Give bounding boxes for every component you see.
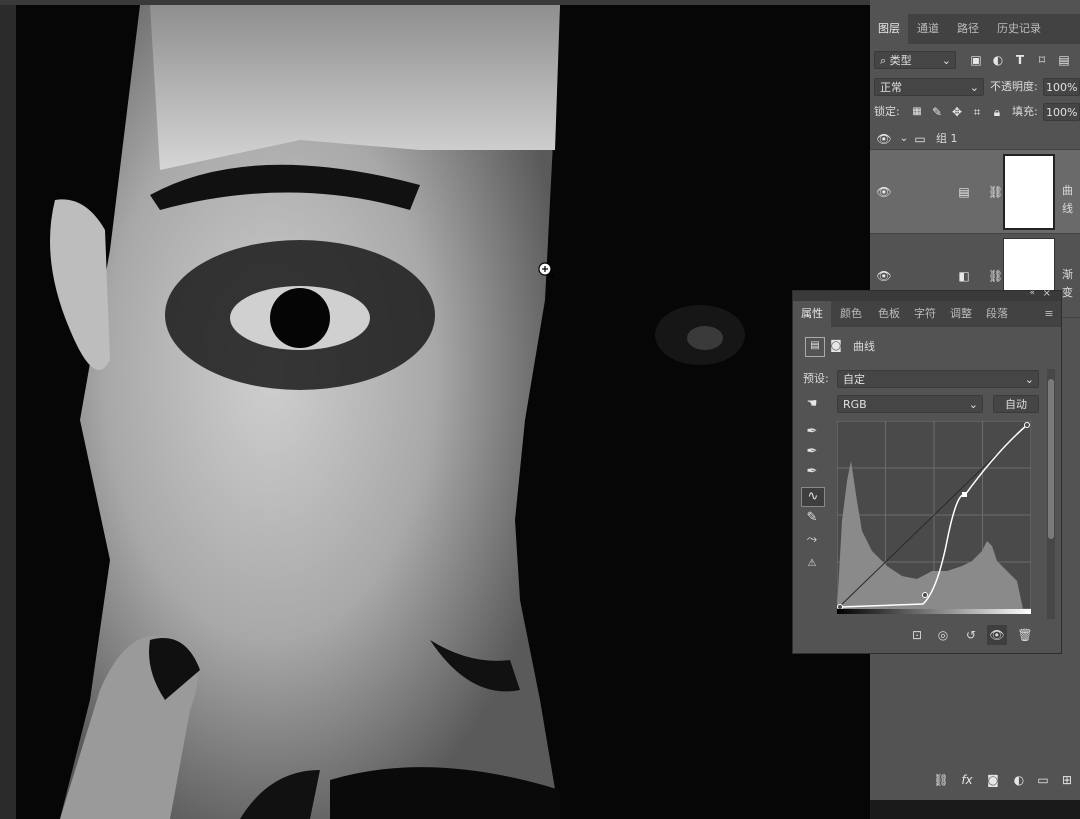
target-adjust-hand-icon[interactable]: ☚	[801, 395, 823, 411]
lock-label: 锁定:	[874, 105, 900, 118]
gray-eyedropper-icon[interactable]: ✒	[801, 443, 823, 461]
layers-tab-bar: 图层 通道 路径 历史记录	[870, 14, 1080, 44]
type-filter-icon[interactable]: T	[1012, 52, 1028, 68]
curve-point-tool-icon[interactable]: ∿	[801, 487, 825, 507]
tab-channels[interactable]: 通道	[908, 14, 948, 44]
reset-icon[interactable]: ↺	[961, 625, 981, 645]
portrait-photo	[0, 0, 870, 819]
layer-row-group[interactable]: 👁︎ ⌄ ▭ 组 1	[870, 128, 1080, 150]
smooth-icon[interactable]: ⤳	[801, 531, 823, 549]
eye-icon[interactable]: 👁︎	[876, 184, 892, 200]
lock-transparent-icon[interactable]: ▦	[910, 104, 924, 120]
fill-label: 填充:	[1012, 105, 1038, 118]
properties-scrollbar[interactable]	[1047, 369, 1055, 619]
lock-all-icon[interactable]: 🔒︎	[990, 104, 1004, 120]
output-gradient-bar	[837, 609, 1031, 614]
chevron-down-icon: ⌄	[941, 54, 951, 67]
view-previous-icon[interactable]: ◎	[933, 625, 953, 645]
new-adjustment-icon[interactable]: ◐	[1010, 772, 1028, 788]
pencil-icon[interactable]: ✎	[801, 509, 823, 527]
link-layers-icon[interactable]: ⛓︎	[932, 772, 950, 788]
layer-mask-thumbnail[interactable]	[1003, 154, 1055, 230]
clipping-warning-icon[interactable]: ⚠	[801, 555, 823, 573]
chevron-down-icon: ⌄	[969, 81, 979, 94]
channel-select[interactable]: RGB ⌄	[837, 395, 983, 413]
tab-history[interactable]: 历史记录	[988, 14, 1050, 44]
panel-title: 曲线	[853, 340, 875, 353]
layer-filter-select[interactable]: ⌕ 类型 ⌄	[874, 51, 956, 69]
fill-input[interactable]: 100%	[1043, 103, 1080, 121]
opacity-label: 不透明度:	[990, 80, 1038, 93]
lock-brush-icon[interactable]: ✎	[930, 104, 944, 120]
auto-button[interactable]: 自动	[993, 395, 1039, 413]
link-icon[interactable]: ⛓︎	[988, 184, 1003, 200]
eye-icon[interactable]: 👁︎	[876, 268, 892, 284]
shape-filter-icon[interactable]: ⌑	[1034, 52, 1050, 68]
new-layer-icon[interactable]: ⊞	[1058, 772, 1076, 788]
layer-name: 曲线	[1062, 184, 1073, 215]
visibility-eye-icon[interactable]: 👁︎	[987, 625, 1007, 645]
tab-character[interactable]: 字符	[907, 301, 943, 327]
trash-icon[interactable]: 🗑︎	[1015, 625, 1035, 645]
layer-name: 组 1	[936, 132, 958, 145]
tab-swatches[interactable]: 色板	[871, 301, 907, 327]
chevron-down-icon[interactable]: ⌄	[898, 131, 910, 147]
close-icon[interactable]: ×	[1043, 288, 1051, 299]
left-strip	[0, 5, 16, 819]
zoom-cursor-icon	[537, 261, 555, 279]
smart-object-filter-icon[interactable]: ▤	[1056, 52, 1072, 68]
tab-paths[interactable]: 路径	[948, 14, 988, 44]
tab-color[interactable]: 颜色	[833, 301, 869, 327]
tab-layers[interactable]: 图层	[870, 14, 908, 44]
gradient-map-icon: ◧	[958, 269, 970, 283]
pixel-filter-icon[interactable]: ▣	[968, 52, 984, 68]
blend-mode-select[interactable]: 正常 ⌄	[874, 78, 984, 96]
filter-kind-label: 类型	[889, 54, 912, 67]
black-eyedropper-icon[interactable]: ✒	[801, 423, 823, 441]
properties-tab-bar: 属性 颜色 色板 字符 调整 段落 ≡	[793, 301, 1061, 327]
search-icon: ⌕	[880, 54, 887, 67]
tab-properties[interactable]: 属性	[793, 301, 831, 327]
curves-adjustment-icon: ▤	[958, 185, 970, 199]
link-icon[interactable]: ⛓︎	[988, 268, 1003, 284]
panel-menu-icon[interactable]: ≡	[1039, 301, 1059, 327]
chevron-down-icon: ⌄	[968, 398, 978, 411]
layer-name: 渐变	[1062, 268, 1073, 299]
curves-adjustment-icon: ▤	[805, 337, 825, 357]
chevron-down-icon: ⌄	[1024, 373, 1034, 386]
preset-label: 预设:	[803, 372, 829, 385]
curves-graph[interactable]	[836, 420, 1032, 613]
panel-drag-bar[interactable]: « ×	[793, 288, 1061, 301]
blend-mode-value: 正常	[880, 81, 902, 94]
lock-move-icon[interactable]: ✥	[950, 104, 964, 120]
fx-icon[interactable]: fx	[958, 772, 976, 788]
collapse-icon[interactable]: «	[1029, 288, 1035, 298]
properties-panel: « × 属性 颜色 色板 字符 调整 段落 ≡ ▤ ◙ 曲线 预设: 自定 ⌄ …	[792, 288, 1063, 654]
clip-to-layer-icon[interactable]: ⊡	[907, 625, 927, 645]
eye-icon[interactable]: 👁︎	[876, 131, 892, 147]
preset-value: 自定	[843, 373, 865, 386]
layers-footer: ⛓︎ fx ◙ ◐ ▭ ⊞	[870, 768, 1080, 794]
lock-artboard-icon[interactable]: ⌗	[970, 104, 984, 120]
mask-icon[interactable]: ◙	[827, 337, 845, 353]
white-eyedropper-icon[interactable]: ✒	[801, 463, 823, 481]
opacity-input[interactable]: 100%	[1043, 78, 1080, 96]
channel-value: RGB	[843, 398, 867, 411]
new-group-icon[interactable]: ▭	[1034, 772, 1052, 788]
properties-footer: ⊡ ◎ ↺ 👁︎ 🗑︎	[903, 625, 1063, 645]
scrollbar-thumb[interactable]	[1048, 379, 1054, 539]
add-mask-icon[interactable]: ◙	[984, 772, 1002, 788]
folder-icon: ▭	[914, 132, 926, 146]
document-canvas[interactable]	[0, 0, 870, 819]
preset-select[interactable]: 自定 ⌄	[837, 370, 1039, 388]
adjustment-filter-icon[interactable]: ◐	[990, 52, 1006, 68]
tab-adjustments[interactable]: 调整	[943, 301, 979, 327]
layer-row-curves[interactable]: 👁︎ ▤ ⛓︎ 曲线	[870, 150, 1080, 234]
tab-paragraph[interactable]: 段落	[979, 301, 1015, 327]
top-strip	[0, 0, 870, 5]
